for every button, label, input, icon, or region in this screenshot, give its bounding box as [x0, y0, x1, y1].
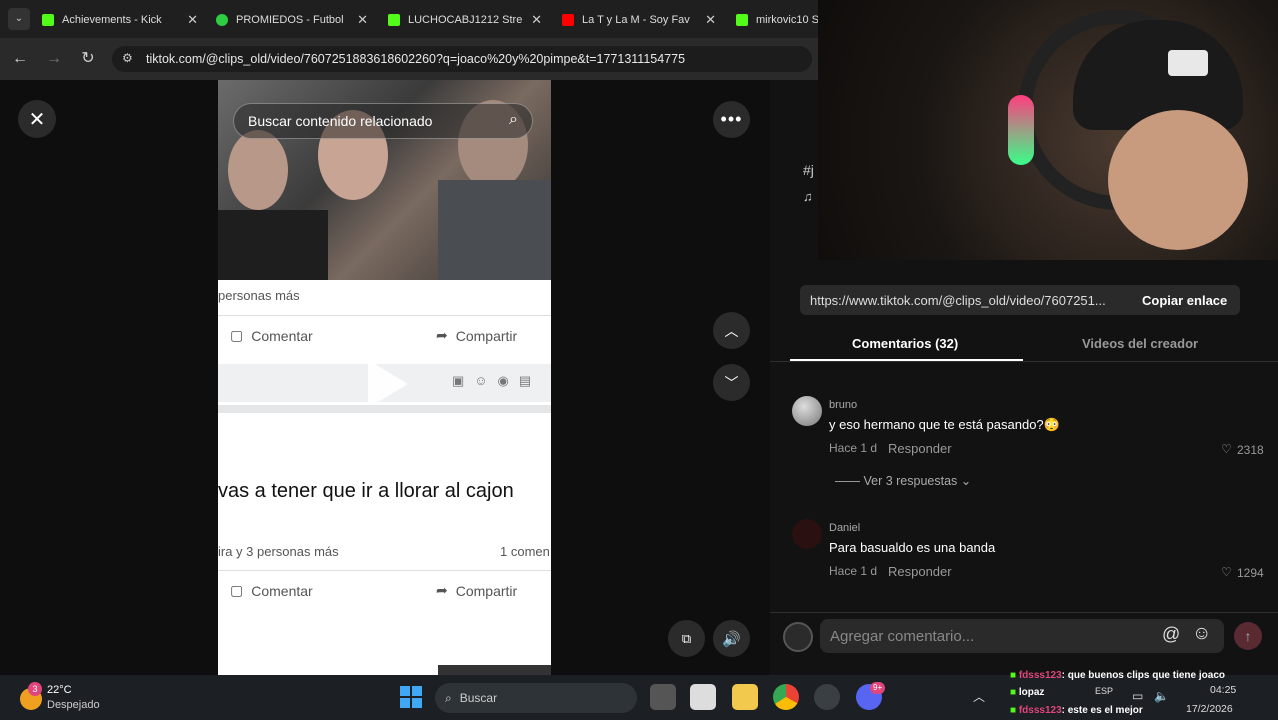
avatar[interactable]: [792, 519, 822, 549]
browser-tab[interactable]: Achievements - Kick ✕: [42, 6, 202, 34]
network-icon[interactable]: ▭: [1132, 689, 1143, 703]
shirt-shape: [218, 210, 328, 280]
kick-icon: ■: [1010, 670, 1017, 681]
youtube-icon: [562, 14, 574, 26]
heart-icon[interactable]: ♡: [1221, 442, 1232, 456]
tab-list-dropdown[interactable]: ⌄: [8, 8, 30, 30]
emoji-icon[interactable]: ☺: [1192, 623, 1211, 645]
search-icon: ⌕: [445, 690, 452, 705]
tab-videos[interactable]: Videos del creador: [1082, 336, 1198, 351]
kick-icon: [388, 14, 400, 26]
store-icon[interactable]: [690, 684, 716, 710]
face-shape: [1108, 110, 1248, 250]
video-player[interactable]: personas más ▢ Comentar ➦ Compartir ▣☺◉▤ v…: [218, 80, 551, 675]
windows-start-icon[interactable]: [400, 686, 422, 708]
comment-input[interactable]: Agregar comentario... @ ☺: [820, 619, 1224, 653]
share-link-box: https://www.tiktok.com/@clips_old/video/…: [800, 285, 1240, 315]
divider: [770, 361, 1278, 362]
person-shape: [228, 130, 288, 210]
tab-comments[interactable]: Comentarios (32): [852, 336, 958, 351]
taskbar-search[interactable]: ⌕ Buscar: [435, 683, 637, 713]
browser-tab[interactable]: PROMIEDOS - Futbol ✕: [216, 6, 372, 34]
browser-tab-bar: ⌄ Achievements - Kick ✕ PROMIEDOS - Futbo…: [0, 0, 818, 38]
share-button[interactable]: ➦ Compartir: [436, 582, 517, 599]
progress-bar[interactable]: [438, 665, 551, 675]
forward-icon[interactable]: →: [43, 48, 65, 70]
back-icon[interactable]: ←: [9, 48, 31, 70]
divider: [218, 570, 551, 571]
copy-link-button[interactable]: Copiar enlace: [1128, 293, 1227, 308]
headphone-light: [1008, 95, 1034, 165]
close-tab-icon[interactable]: ✕: [357, 12, 368, 28]
chrome-icon[interactable]: [773, 684, 799, 710]
webcam-overlay: [818, 0, 1278, 260]
view-replies-button[interactable]: —— Ver 3 respuestas ⌄: [835, 473, 971, 488]
close-tab-icon[interactable]: ✕: [187, 12, 198, 28]
shirt-shape: [438, 180, 551, 280]
close-tab-icon[interactable]: ✕: [705, 12, 716, 28]
weather-badge: 3: [28, 682, 42, 696]
comment-button[interactable]: ▢ Comentar: [230, 582, 313, 599]
url-bar[interactable]: ⚙ tiktok.com/@clips_old/video/7607251883…: [112, 46, 812, 72]
task-view-icon[interactable]: [650, 684, 676, 710]
promiedos-icon: [216, 14, 228, 26]
file-explorer-icon[interactable]: [732, 684, 758, 710]
discord-badge: 9+: [870, 682, 886, 694]
volume-icon[interactable]: 🔈: [1154, 689, 1169, 703]
hashtag-text: #j: [803, 162, 814, 178]
volume-button[interactable]: 🔊: [713, 620, 750, 657]
user-avatar[interactable]: [783, 622, 813, 652]
chat-message: ■ fdsss123: que buenos clips que tiene j…: [1010, 670, 1225, 681]
reload-icon[interactable]: ↻: [77, 48, 99, 70]
reply-button[interactable]: Responder: [888, 441, 952, 456]
previous-video-button[interactable]: ︿: [713, 312, 750, 349]
divider: [218, 315, 551, 316]
related-search-input[interactable]: Buscar contenido relacionado ⌕: [233, 103, 533, 139]
search-icon[interactable]: ⌕: [509, 111, 518, 129]
send-button[interactable]: ↑: [1234, 622, 1262, 650]
comment-button[interactable]: ▢ Comentar: [230, 327, 313, 344]
share-button[interactable]: ➦ Compartir: [436, 327, 517, 344]
browser-tab[interactable]: La T y La M - Soy Fav ✕: [562, 6, 720, 34]
tray-chevron-icon[interactable]: ︿: [973, 688, 985, 705]
music-icon: ♫: [803, 189, 813, 204]
kick-icon: ■: [1010, 705, 1017, 716]
kick-icon: ■: [1010, 687, 1017, 698]
cap-logo-icon: [1168, 50, 1208, 76]
share-icon: ➦: [436, 582, 448, 598]
browser-tab[interactable]: mirkovic10 S: [736, 6, 818, 34]
share-icon: ➦: [436, 327, 448, 343]
mention-icon[interactable]: @: [1162, 624, 1180, 645]
comment-icon: ▢: [230, 327, 244, 343]
chat-message: ■ fdsss123: este es el mejor: [1010, 705, 1143, 716]
chat-message: ■ lopaz: [1010, 687, 1045, 698]
browser-tab[interactable]: LUCHOCABJ1212 Stre ✕: [388, 6, 546, 34]
site-info-icon[interactable]: ⚙: [122, 51, 133, 65]
avatar[interactable]: [792, 396, 822, 426]
divider: [218, 405, 551, 413]
sticker-icons: ▣☺◉▤: [452, 373, 542, 388]
heart-icon[interactable]: ♡: [1221, 565, 1232, 579]
close-video-button[interactable]: ✕: [18, 100, 56, 138]
comment-icon: ▢: [230, 582, 244, 598]
kick-icon: [42, 14, 54, 26]
kick-icon: [736, 14, 748, 26]
pip-button[interactable]: ⧉: [668, 620, 705, 657]
post-caption: vas a tener que ir a llorar al cajon: [218, 480, 514, 502]
next-video-button[interactable]: ﹀: [713, 364, 750, 401]
more-options-button[interactable]: •••: [713, 101, 750, 138]
play-icon[interactable]: [368, 360, 408, 408]
reply-button[interactable]: Responder: [888, 564, 952, 579]
close-tab-icon[interactable]: ✕: [531, 12, 542, 28]
settings-icon[interactable]: [814, 684, 840, 710]
